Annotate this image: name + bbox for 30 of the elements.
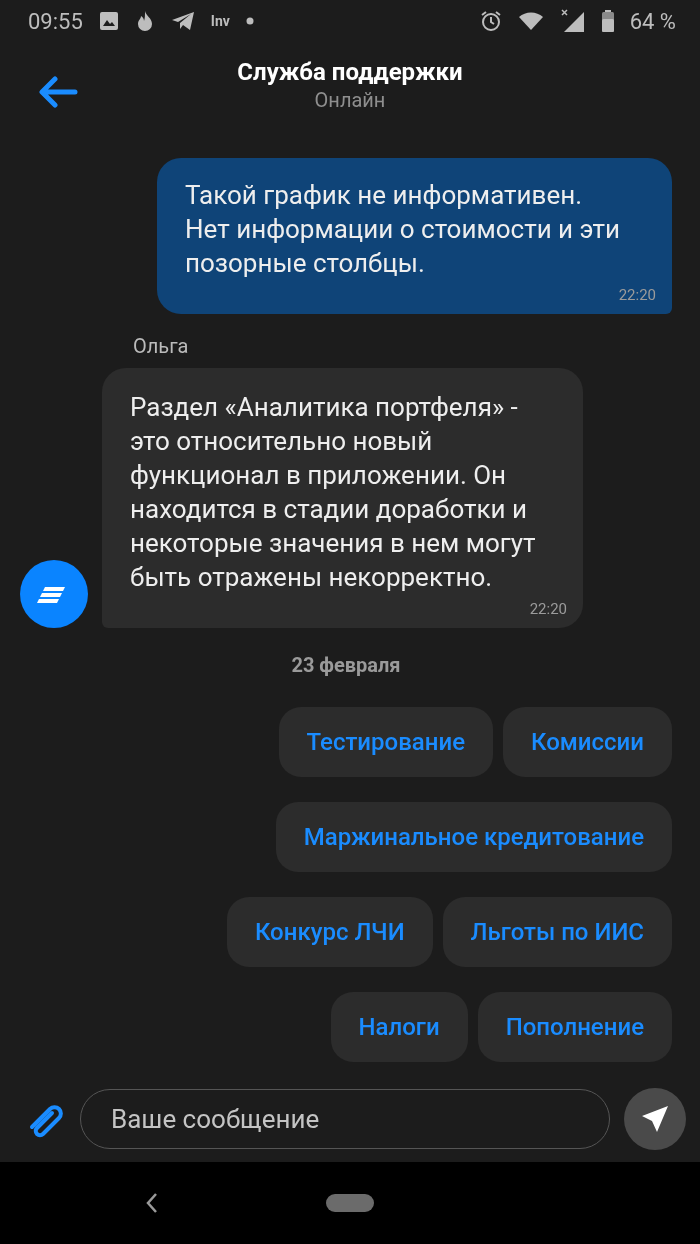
quick-reply-chip[interactable]: Комиссии xyxy=(503,707,672,777)
dot-icon xyxy=(245,17,254,25)
chat-title: Служба поддержки xyxy=(237,57,463,86)
message-text: Раздел «Аналитика портфеля» - это относительно новый функционал в приложении. Он находится в стадии доработки и некоторые значения в нем могут быть отражены некорректно. xyxy=(130,391,537,594)
sender-name: Ольга xyxy=(133,334,190,358)
message-text: Такой график не информативен. Нет информации о стоимости и эти позорные столбцы. xyxy=(185,179,622,280)
cellular-signal-icon xyxy=(559,9,586,33)
date-separator: 23 февраля xyxy=(291,653,401,677)
battery-icon xyxy=(601,10,614,32)
message-time: 22:20 xyxy=(617,286,656,304)
message-input[interactable]: Ваше сообщение xyxy=(80,1088,610,1149)
battery-percentage: 64 % xyxy=(629,8,676,34)
quick-reply-chip[interactable]: Маржинальное кредитование xyxy=(275,802,672,872)
wifi-icon xyxy=(517,11,544,31)
back-button[interactable] xyxy=(38,76,78,108)
online-status: Онлайн xyxy=(314,87,386,112)
quick-reply-chip[interactable]: Льготы по ИИС xyxy=(442,897,672,967)
back-nav-icon[interactable] xyxy=(146,1192,158,1214)
quick-reply-chip[interactable]: Тестирование xyxy=(278,707,493,777)
quick-reply-chip[interactable]: Налоги xyxy=(330,992,468,1062)
home-pill[interactable] xyxy=(326,1194,374,1212)
image-icon xyxy=(98,11,119,31)
quick-reply-chip[interactable]: Конкурс ЛЧИ xyxy=(226,897,433,967)
paper-plane-icon xyxy=(170,11,195,31)
message-time: 22:20 xyxy=(528,600,567,618)
avatar-icon xyxy=(20,560,88,628)
status-time: 09:55 xyxy=(28,8,83,34)
app-notification-label: Inv xyxy=(210,13,230,29)
quick-reply-chip[interactable]: Пополнение xyxy=(477,992,672,1062)
alarm-icon xyxy=(479,10,502,32)
